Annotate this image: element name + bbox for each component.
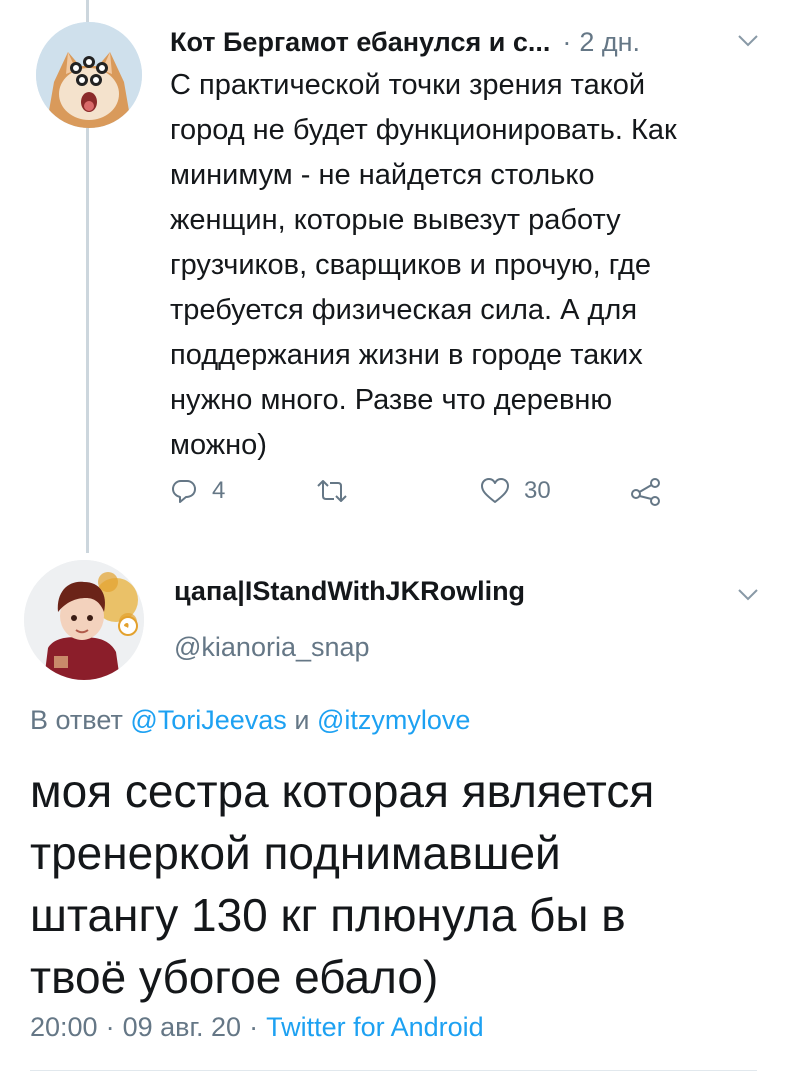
chevron-down-icon[interactable]	[737, 588, 759, 602]
header-separator: ·	[562, 26, 572, 57]
meta-separator: ·	[105, 1012, 115, 1042]
author-handle[interactable]: @kianoria_snap	[174, 632, 370, 663]
reply-prefix: В ответ	[30, 705, 123, 735]
reply-count: 4	[212, 477, 226, 504]
author-avatar-drawing[interactable]	[24, 560, 144, 680]
chevron-down-icon[interactable]	[737, 34, 759, 48]
tweet-timestamp[interactable]: 2 дн.	[579, 27, 640, 58]
author-avatar-cat[interactable]	[36, 22, 142, 128]
reply-button[interactable]: 4	[170, 468, 225, 514]
tweet-time[interactable]: 20:00	[30, 1012, 98, 1042]
meta-separator: ·	[249, 1012, 259, 1042]
author-name[interactable]: цапа|IStandWithJKRowling	[174, 576, 525, 607]
retweet-icon	[317, 480, 347, 502]
tweet-date[interactable]: 09 авг. 20	[123, 1012, 241, 1042]
drawn-avatar-image	[24, 560, 144, 680]
share-icon	[631, 478, 660, 506]
cat-avatar-image	[36, 22, 142, 128]
share-button[interactable]	[630, 468, 662, 514]
tweet-text: С практической точки зрения такой город …	[170, 69, 677, 461]
divider	[30, 1070, 757, 1071]
like-count: 30	[524, 477, 551, 504]
tweet-meta: 20:00 · 09 авг. 20 · Twitter for Android	[30, 1012, 484, 1043]
like-button[interactable]: 30	[480, 468, 551, 514]
retweet-button[interactable]	[315, 468, 363, 514]
author-name[interactable]: Кот Бергамот ебанулся и с...	[170, 27, 550, 58]
reply-mention-link[interactable]: @ToriJeevas	[130, 705, 286, 735]
reply-mention-link[interactable]: @itzymylove	[317, 705, 470, 735]
reply-conjunction: и	[294, 705, 310, 735]
tweet-action-bar: 4 30	[170, 468, 730, 514]
reply-icon	[172, 480, 196, 503]
reply-context: В ответ @ToriJeevas и @itzymylove	[30, 705, 470, 736]
tweet-header: Кот Бергамот ебанулся и с... · 2 дн.	[170, 22, 770, 62]
heart-icon	[481, 478, 509, 503]
client-link[interactable]: Twitter for Android	[266, 1012, 484, 1042]
tweet-text: моя сестра которая является тренеркой по…	[30, 765, 655, 1003]
